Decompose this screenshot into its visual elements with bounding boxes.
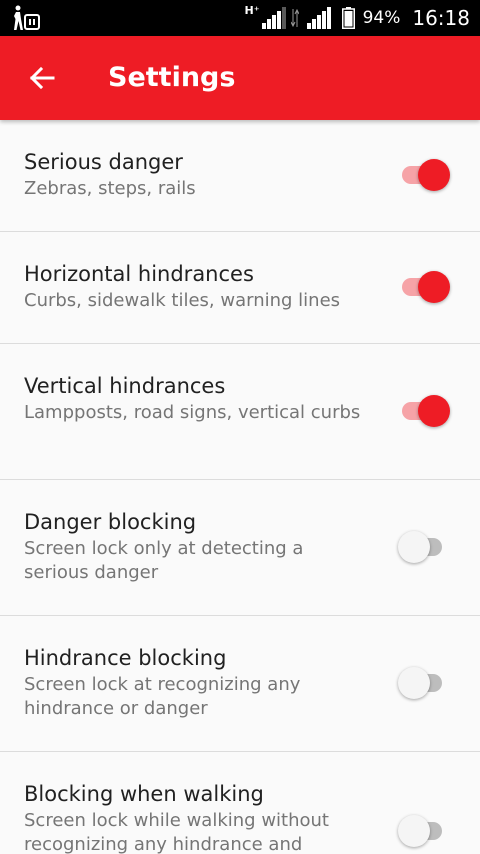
status-icons: H⁺ 94% 16:18 [245,0,470,36]
setting-text: Vertical hindrances Lampposts, road sign… [24,371,364,425]
signal-strength-icon [261,7,287,29]
toggle-thumb [418,159,450,191]
setting-title: Hindrance blocking [24,646,227,670]
settings-list: Serious danger Zebras, steps, rails Hori… [0,120,480,854]
battery-icon [341,7,355,29]
setting-summary: Lampposts, road signs, vertical curbs [24,402,361,423]
setting-title: Horizontal hindrances [24,262,254,286]
setting-danger-blocking[interactable]: Danger blocking Screen lock only at dete… [0,480,480,616]
setting-text: Danger blocking Screen lock only at dete… [24,507,364,585]
setting-vertical-hindrances[interactable]: Vertical hindrances Lampposts, road sign… [0,344,480,480]
toggle-thumb [418,395,450,427]
status-bar: H⁺ 94% 16:18 [0,0,480,36]
vertical-hindrances-toggle[interactable] [400,395,450,427]
setting-hindrance-blocking[interactable]: Hindrance blocking Screen lock at recogn… [0,616,480,752]
serious-danger-toggle[interactable] [400,159,450,191]
toggle-thumb [398,815,430,847]
clock: 16:18 [412,6,470,30]
setting-title: Vertical hindrances [24,374,226,398]
danger-blocking-toggle[interactable] [398,531,450,563]
setting-text: Serious danger Zebras, steps, rails [24,147,364,201]
setting-summary: Screen lock at recognizing any hindrance… [24,674,301,719]
arrow-left-icon [29,66,55,90]
setting-horizontal-hindrances[interactable]: Horizontal hindrances Curbs, sidewalk ti… [0,232,480,344]
hindrance-blocking-toggle[interactable] [398,667,450,699]
setting-text: Horizontal hindrances Curbs, sidewalk ti… [24,259,364,313]
setting-text: Blocking when walking Screen lock while … [24,779,364,854]
settings-screen: H⁺ 94% 16:18 Settings Serious danger Zeb… [0,0,480,854]
network-type: H⁺ [244,3,260,17]
setting-serious-danger[interactable]: Serious danger Zebras, steps, rails [0,120,480,232]
horizontal-hindrances-toggle[interactable] [400,271,450,303]
setting-text: Hindrance blocking Screen lock at recogn… [24,643,364,721]
setting-summary: Screen lock only at detecting a serious … [24,538,304,583]
setting-title: Danger blocking [24,510,197,534]
app-bar: Settings [0,36,480,120]
setting-summary: Curbs, sidewalk tiles, warning lines [24,290,341,311]
blocking-when-walking-toggle[interactable] [398,815,450,847]
signal-strength-icon-2 [306,7,332,29]
data-activity-icon [290,8,299,28]
setting-summary: Zebras, steps, rails [24,178,196,199]
setting-title: Serious danger [24,150,183,174]
walking-person-icon [14,5,40,30]
battery-percent: 94% [362,8,401,28]
page-title: Settings [108,62,236,93]
toggle-thumb [398,667,430,699]
setting-summary: Screen lock while walking without recogn… [24,810,329,854]
toggle-thumb [398,531,430,563]
toggle-thumb [418,271,450,303]
setting-title: Blocking when walking [24,782,264,806]
setting-blocking-when-walking[interactable]: Blocking when walking Screen lock while … [0,752,480,854]
back-button[interactable] [22,58,62,98]
